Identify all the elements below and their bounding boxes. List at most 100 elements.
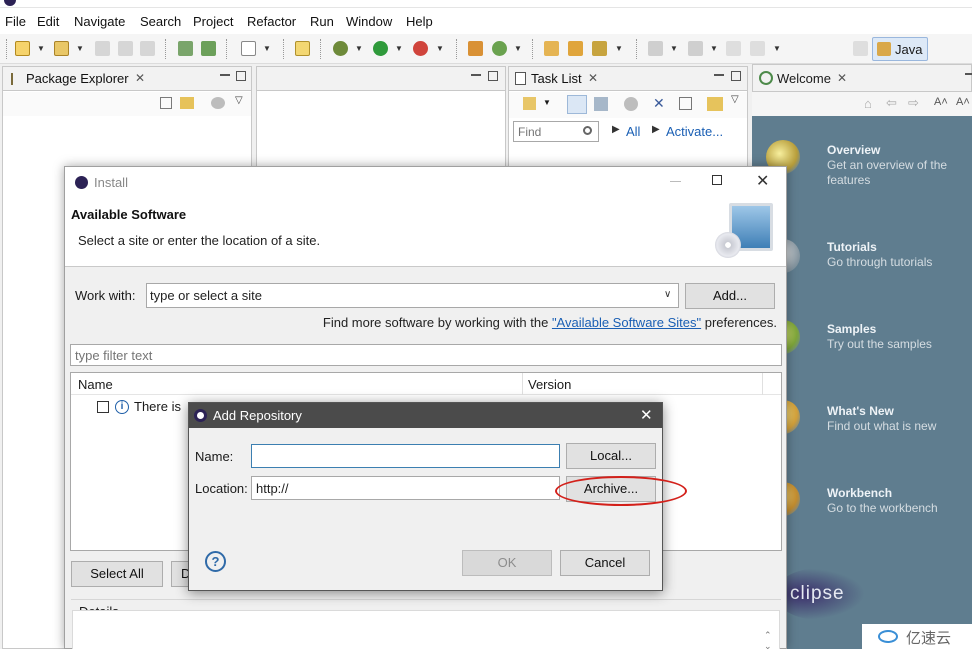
chevron-down-icon[interactable]: ▼ (615, 44, 623, 53)
collapse-icon[interactable] (679, 97, 692, 110)
help-icon[interactable]: ? (205, 551, 226, 572)
menu-run[interactable]: Run (310, 14, 334, 29)
close-icon[interactable]: ✕ (756, 171, 769, 191)
package-explorer-tab[interactable]: Package Explorer ✕ (3, 67, 251, 91)
view-menu-filter-icon[interactable] (211, 97, 225, 109)
new-package-icon[interactable] (54, 41, 69, 56)
close-icon[interactable]: ✕ (588, 71, 598, 85)
maximize-icon[interactable] (236, 71, 246, 81)
minimize-icon[interactable] (220, 71, 230, 76)
open-type-icon[interactable] (544, 41, 559, 56)
checkbox-tool-icon[interactable] (241, 41, 256, 56)
minimize-icon[interactable] (714, 71, 724, 76)
run-icon[interactable] (373, 41, 388, 56)
scroll-arrows-icon[interactable]: ⌃ ⌄ (764, 630, 772, 649)
column-version-header[interactable]: Version (528, 377, 571, 392)
save-icon[interactable] (95, 41, 110, 56)
filter-input[interactable] (70, 344, 782, 366)
chevron-down-icon[interactable]: ▽ (235, 95, 243, 106)
menu-search[interactable]: Search (140, 14, 181, 29)
maximize-icon[interactable] (731, 71, 741, 81)
minimize-icon[interactable] (670, 181, 681, 182)
chevron-down-icon[interactable]: ▼ (355, 44, 363, 53)
prev-annotation-icon[interactable] (688, 41, 703, 56)
new-folder-icon[interactable] (295, 41, 310, 56)
search-tool-icon[interactable] (592, 41, 607, 56)
menu-refactor[interactable]: Refactor (247, 14, 296, 29)
welcome-item-desc: Go through tutorials (827, 255, 933, 269)
forward-arrow-icon[interactable]: ⇨ (908, 95, 919, 111)
maximize-icon[interactable] (488, 71, 498, 81)
new-class-icon[interactable] (492, 41, 507, 56)
back-arrow-icon[interactable]: ⇦ (886, 95, 897, 111)
terminal-icon[interactable] (201, 41, 216, 56)
clear-icon[interactable]: ✕ (653, 95, 665, 112)
link-editor-icon[interactable] (180, 97, 194, 109)
open-folder-icon[interactable] (568, 41, 583, 56)
close-icon[interactable]: ✕ (640, 406, 653, 424)
column-name-header[interactable]: Name (78, 377, 113, 392)
close-icon[interactable]: ✕ (135, 71, 145, 85)
print-icon[interactable] (140, 41, 155, 56)
add-site-button[interactable]: Add... (685, 283, 775, 309)
java-perspective-button[interactable]: Java (872, 37, 928, 61)
menu-project[interactable]: Project (193, 14, 233, 29)
row-checkbox[interactable] (97, 401, 109, 413)
new-file-icon[interactable] (15, 41, 30, 56)
external-tools-icon[interactable] (413, 41, 428, 56)
chevron-down-icon[interactable]: ▼ (263, 44, 271, 53)
chevron-down-icon[interactable]: ▼ (37, 44, 45, 53)
chevron-down-icon[interactable]: ▼ (514, 44, 522, 53)
select-all-button[interactable]: Select All (71, 561, 163, 587)
build-icon[interactable] (178, 41, 193, 56)
debug-icon[interactable] (333, 41, 348, 56)
available-software-sites-link[interactable]: "Available Software Sites" (552, 315, 701, 330)
task-all-link[interactable]: All (626, 124, 640, 139)
cancel-button[interactable]: Cancel (560, 550, 650, 576)
chevron-down-icon[interactable]: ▽ (731, 94, 739, 105)
categorize-icon[interactable] (567, 95, 587, 114)
chevron-down-icon[interactable]: ▼ (773, 44, 781, 53)
toolbar-separator (320, 39, 321, 59)
new-java-project-icon[interactable] (468, 41, 483, 56)
minimize-icon[interactable] (471, 71, 481, 76)
close-icon[interactable]: ✕ (837, 71, 847, 85)
collapse-all-icon[interactable] (160, 97, 172, 109)
save-all-icon[interactable] (118, 41, 133, 56)
new-task-icon[interactable] (523, 97, 536, 110)
name-input[interactable] (251, 444, 560, 468)
menu-edit[interactable]: Edit (37, 14, 59, 29)
menu-help[interactable]: Help (406, 14, 433, 29)
zoom-in-icon[interactable]: A˄ (934, 96, 948, 108)
menu-file[interactable]: File (5, 14, 26, 29)
minimize-icon[interactable] (965, 73, 972, 75)
chevron-down-icon[interactable]: ▼ (436, 44, 444, 53)
task-activate-link[interactable]: Activate... (666, 124, 723, 139)
last-edit-icon[interactable] (726, 41, 741, 56)
schedule-icon[interactable] (594, 97, 608, 111)
open-perspective-icon[interactable] (853, 41, 868, 56)
menu-navigate[interactable]: Navigate (74, 14, 125, 29)
toolbar-separator (532, 39, 533, 59)
home-icon[interactable]: ⌂ (864, 96, 872, 111)
sync-icon[interactable] (707, 97, 723, 111)
menu-window[interactable]: Window (346, 14, 392, 29)
chevron-down-icon[interactable]: ∨ (664, 289, 671, 300)
welcome-tab[interactable]: Welcome ✕ (752, 64, 972, 92)
maximize-icon[interactable] (712, 175, 722, 185)
work-with-combo[interactable]: type or select a site ∨ (146, 283, 679, 308)
chevron-down-icon[interactable]: ▼ (670, 44, 678, 53)
task-list-tab[interactable]: Task List ✕ (509, 67, 747, 91)
location-input[interactable] (251, 476, 560, 500)
chevron-down-icon[interactable]: ▼ (395, 44, 403, 53)
focus-icon[interactable] (624, 97, 638, 111)
local-button[interactable]: Local... (566, 443, 656, 469)
back-icon[interactable] (750, 41, 765, 56)
chevron-down-icon[interactable]: ▼ (543, 98, 551, 107)
toolbar-separator (6, 39, 7, 59)
chevron-down-icon[interactable]: ▼ (710, 44, 718, 53)
ok-button[interactable]: OK (462, 550, 552, 576)
next-annotation-icon[interactable] (648, 41, 663, 56)
zoom-out-icon[interactable]: A˄ (956, 96, 970, 108)
chevron-down-icon[interactable]: ▼ (76, 44, 84, 53)
